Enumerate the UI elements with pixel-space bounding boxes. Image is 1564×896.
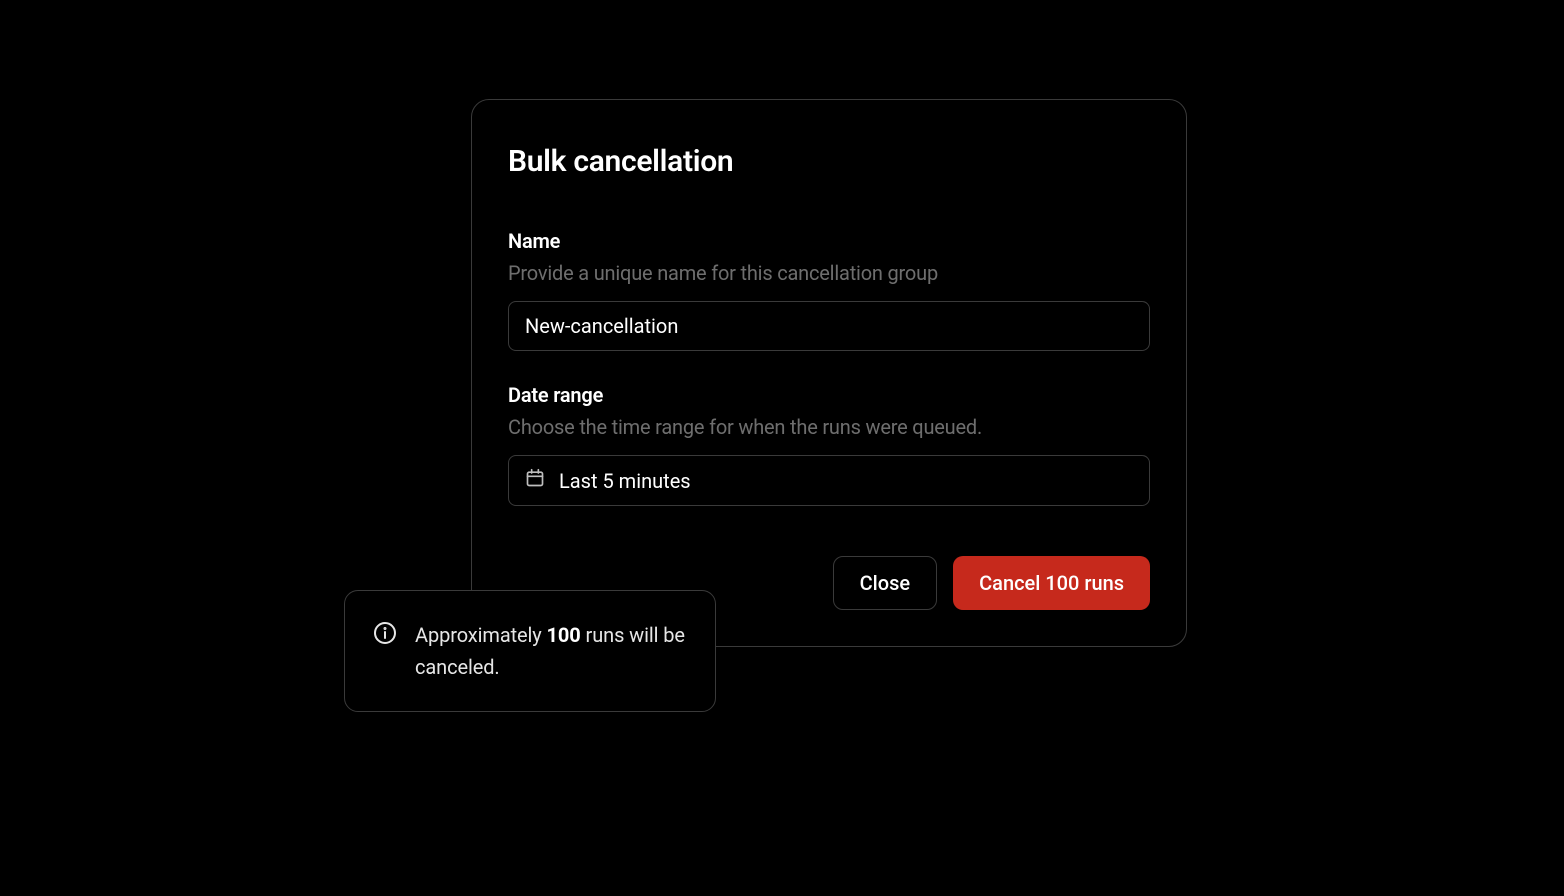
cancel-runs-button[interactable]: Cancel 100 runs xyxy=(953,556,1150,610)
bulk-cancellation-dialog: Bulk cancellation Name Provide a unique … xyxy=(471,99,1187,647)
name-hint: Provide a unique name for this cancellat… xyxy=(508,261,1150,285)
date-range-hint: Choose the time range for when the runs … xyxy=(508,415,1150,439)
calendar-icon xyxy=(525,468,545,493)
dialog-title: Bulk cancellation xyxy=(508,144,1150,179)
name-label: Name xyxy=(508,229,1150,253)
name-field-group: Name Provide a unique name for this canc… xyxy=(508,229,1150,351)
close-button[interactable]: Close xyxy=(833,556,938,610)
date-range-field-group: Date range Choose the time range for whe… xyxy=(508,383,1150,506)
date-range-value: Last 5 minutes xyxy=(559,469,691,493)
date-range-select[interactable]: Last 5 minutes xyxy=(508,455,1150,506)
toast-message: Approximately 100 runs will be canceled. xyxy=(415,619,687,683)
name-input[interactable] xyxy=(508,301,1150,351)
date-range-label: Date range xyxy=(508,383,1150,407)
info-toast: Approximately 100 runs will be canceled. xyxy=(344,590,716,712)
info-icon xyxy=(373,619,397,649)
